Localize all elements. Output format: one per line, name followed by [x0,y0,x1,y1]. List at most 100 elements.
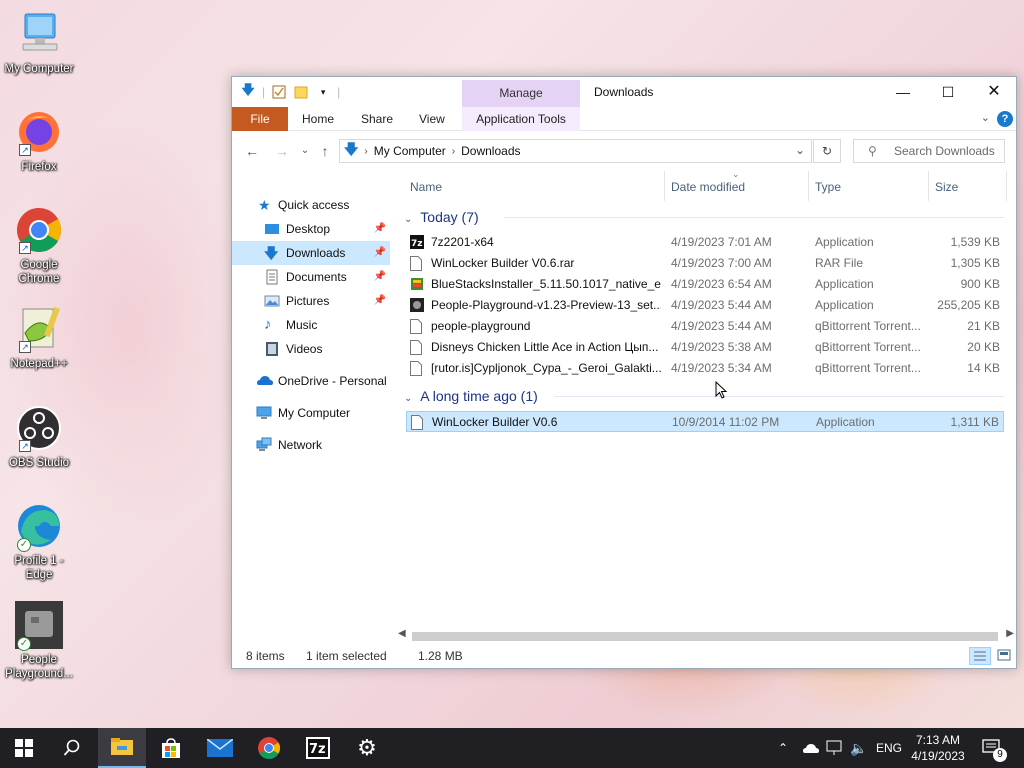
details-view-button[interactable] [969,647,991,665]
notepadpp-icon: ↗ [15,305,63,353]
desktop-icon-label: Profile 1 - Edge [14,555,64,581]
desktop-icon-chrome[interactable]: ↗ Google Chrome [0,206,78,286]
table-row[interactable]: WinLocker Builder V0.6.rar 4/19/2023 7:0… [406,253,1004,274]
table-row[interactable]: Disneys Chicken Little Ace in Action Цып… [406,337,1004,358]
taskbar-file-explorer[interactable] [98,728,146,768]
maximize-button[interactable]: ☐ [925,77,971,107]
start-button[interactable] [0,728,48,768]
column-header-type[interactable]: Type [815,180,841,194]
column-header-date[interactable]: Date modified [671,180,745,194]
tab-view[interactable]: View [407,107,457,131]
customize-qat-icon[interactable]: ▾ [315,84,331,100]
search-icon [63,739,80,756]
nav-item-downloads[interactable]: 🡇 Downloads 📌 [232,241,390,265]
taskbar-mail[interactable] [196,728,244,768]
table-row[interactable]: BlueStacksInstaller_5.11.50.1017_native_… [406,274,1004,295]
nav-item-pictures[interactable]: Pictures 📌 [232,289,390,313]
breadcrumb-downloads[interactable]: Downloads [455,144,526,158]
close-button[interactable]: ✕ [971,77,1017,107]
nav-item-documents[interactable]: Documents 📌 [232,265,390,289]
desktop-icon-label: My Computer [4,63,74,75]
group-header-long-time-ago[interactable]: ⌄ A long time ago (1) [404,385,1004,407]
tab-application-tools[interactable]: Application Tools [462,107,580,131]
mail-icon [207,739,233,757]
refresh-button[interactable]: ↻ [813,139,841,163]
desktop-icon-my-computer[interactable]: My Computer [0,10,78,76]
navigation-bar: ← → ⌄ ↑ 🡇 › My Computer › Downloads ⌄ ↻ … [232,131,1016,171]
table-row[interactable]: people-playground 4/19/2023 5:44 AM qBit… [406,316,1004,337]
file-size: 20 KB [967,340,1000,354]
up-button[interactable]: ↑ [315,143,335,159]
nav-item-onedrive[interactable]: OneDrive - Personal [232,369,390,393]
chevron-down-icon[interactable]: ⌄ [795,143,805,157]
installer-icon [410,298,424,313]
table-row-selected[interactable]: WinLocker Builder V0.6 10/9/2014 11:02 P… [406,411,1004,432]
tab-share[interactable]: Share [349,107,405,131]
horizontal-scrollbar[interactable]: ◀ ▶ [398,628,1016,645]
manage-context-tab[interactable]: Manage [462,80,580,107]
minimize-button[interactable]: — [880,77,926,107]
desktop-icon-obs[interactable]: ↗ OBS Studio [0,404,78,470]
scrollbar-thumb[interactable] [412,632,998,641]
onedrive-tray-icon[interactable] [802,728,820,768]
nav-item-quick-access[interactable]: ★ Quick access [232,193,390,217]
notification-center-button[interactable]: 9 [982,728,1007,768]
group-header-today[interactable]: ⌄ Today (7) [404,206,1004,228]
table-row[interactable]: People-Playground-v1.23-Preview-13_set..… [406,295,1004,316]
address-bar[interactable]: 🡇 › My Computer › Downloads ⌄ [339,139,812,163]
settings-icon: ⚙ [357,735,377,760]
new-folder-icon[interactable] [293,84,309,100]
nav-item-videos[interactable]: Videos [232,337,390,361]
taskbar-chrome[interactable] [245,728,293,768]
scroll-right-icon[interactable]: ▶ [1006,628,1014,639]
search-button[interactable] [48,728,96,768]
nav-item-desktop[interactable]: Desktop 📌 [232,217,390,241]
chevron-down-icon: ⌄ [404,214,413,225]
nav-item-network[interactable]: Network [232,433,390,457]
taskbar-store[interactable] [147,728,195,768]
people-playground-icon: ✓ [15,601,63,651]
desktop-icon-edge[interactable]: ✓ Profile 1 - Edge [0,502,78,582]
pin-icon: 📌 [373,247,386,258]
tab-home[interactable]: Home [290,107,346,131]
quick-access-toolbar: 🡇 | ▾ | [240,82,340,100]
taskbar-7zip[interactable]: 7z [294,728,342,768]
file-date: 4/19/2023 7:01 AM [671,235,772,249]
file-name: WinLocker Builder V0.6.rar [431,256,575,270]
language-indicator[interactable]: ENG [876,728,902,768]
column-header-size[interactable]: Size [935,180,958,194]
nav-item-label: Quick access [278,198,350,212]
column-divider [928,171,929,201]
7zip-icon: 7z [410,235,424,250]
desktop-icon-people-playground[interactable]: ✓ People Playground... [0,601,78,681]
nav-item-music[interactable]: ♪ Music [232,313,390,337]
volume-tray-icon[interactable]: 🔈 [850,728,867,768]
scroll-left-icon[interactable]: ◀ [398,628,406,639]
show-hidden-icons-button[interactable]: ⌃ [778,728,788,768]
nav-item-label: Music [286,318,318,332]
help-icon[interactable]: ? [997,111,1013,127]
desktop-icon-notepadpp[interactable]: ↗ Notepad++ [0,305,78,371]
desktop-icon-firefox[interactable]: ↗ Firefox [0,108,78,174]
expand-ribbon-icon[interactable]: ⌄ [981,111,990,124]
tab-file[interactable]: File [232,107,288,131]
breadcrumb-my-computer[interactable]: My Computer [368,144,452,158]
nav-item-label: OneDrive - Personal [278,374,387,388]
column-divider [1006,171,1007,201]
mouse-cursor-icon [715,380,729,404]
file-size: 1,311 KB [950,415,999,429]
nav-item-my-computer[interactable]: My Computer [232,401,390,425]
back-button[interactable]: ← [242,143,262,159]
table-row[interactable]: [rutor.is]Cypljonok_Cypa_-_Geroi_Galakti… [406,358,1004,379]
recent-locations-button[interactable]: ⌄ [295,145,315,156]
taskbar-settings[interactable]: ⚙ [343,728,391,768]
table-row[interactable]: 7z 7z2201-x64 4/19/2023 7:01 AM Applicat… [406,232,1004,253]
pictures-folder-icon [264,293,280,309]
properties-icon[interactable] [271,84,287,100]
column-header-name[interactable]: Name [410,180,442,194]
network-tray-icon[interactable] [826,728,844,768]
search-input[interactable]: ⚲ Search Downloads [853,139,1005,163]
forward-button[interactable]: → [272,143,292,159]
large-icons-view-button[interactable] [995,647,1015,665]
clock[interactable]: 7:13 AM 4/19/2023 [906,732,970,764]
